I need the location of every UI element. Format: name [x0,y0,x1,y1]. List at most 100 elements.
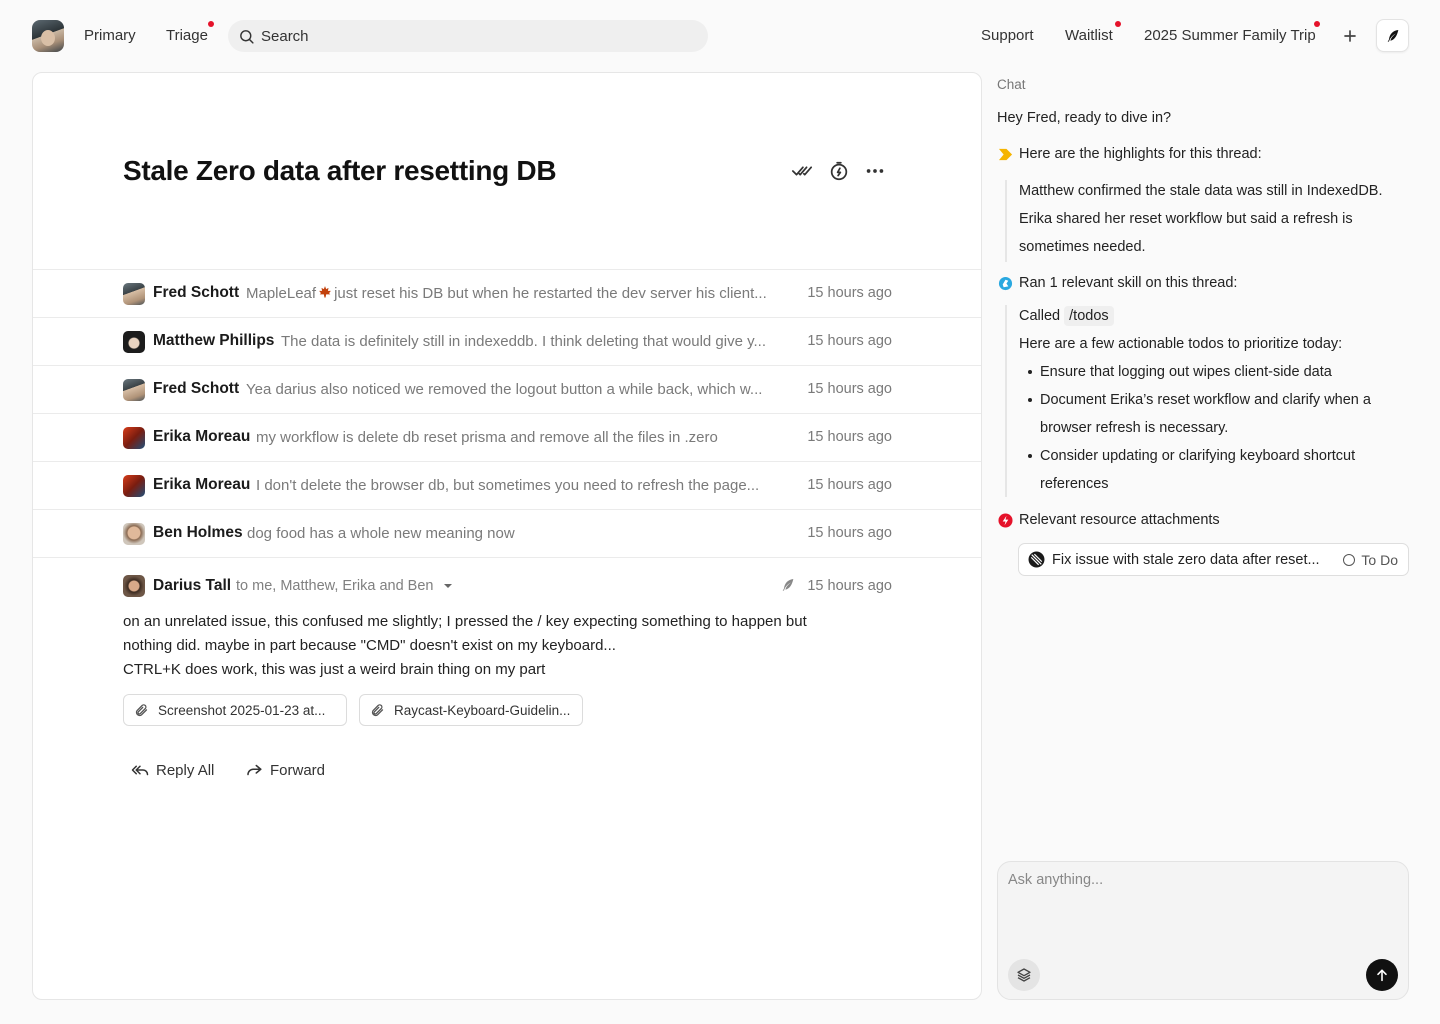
paperclip-icon [135,703,148,716]
search-bar[interactable] [228,20,708,52]
highlights-heading: Here are the highlights for this thread: [1019,146,1262,162]
arrow-up-icon [1377,969,1387,982]
reply-all-icon [131,765,149,776]
resources-heading: Relevant resource attachments [1019,512,1220,528]
message-snippet: MapleLeaf just reset his DB but when he r… [246,285,799,302]
nav-triage[interactable]: Triage [166,27,208,45]
quote-bar [1005,180,1007,262]
context-button[interactable] [1008,959,1040,991]
forward-icon [247,764,262,776]
chat-label: Chat [997,77,1026,92]
message-row[interactable]: Fred Schott Yea darius also noticed we r… [33,365,981,413]
message-row[interactable]: Matthew Phillips The data is definitely … [33,317,981,365]
message-snippet: my workflow is delete db reset prisma an… [256,429,718,446]
reply-all-label: Reply All [156,761,215,779]
highlight-line: Matthew confirmed the stale data was sti… [1019,183,1383,199]
message-snippet: dog food has a whole new meaning now [247,525,515,542]
todo-list: Ensure that logging out wipes client-sid… [1019,358,1399,498]
waitlist-unread-dot [1115,21,1121,27]
status-label: To Do [1361,552,1398,568]
feather-icon [1387,29,1398,42]
chevron-down-icon[interactable] [443,582,453,590]
user-avatar[interactable] [32,20,64,52]
nav-primary[interactable]: Primary [84,27,136,45]
nav-summer-trip[interactable]: 2025 Summer Family Trip [1144,27,1316,45]
avatar-darius-tall [123,575,145,597]
todo-item: Ensure that logging out wipes client-sid… [1019,358,1399,386]
highlight-line: Erika shared her reset workflow but said… [1019,211,1353,227]
message-snippet: I don't delete the browser db, but somet… [256,477,760,494]
mention-name: MapleLeaf [246,285,317,302]
message-row[interactable]: Erika Moreau my workflow is delete db re… [33,413,981,461]
feather-icon [782,579,794,591]
highlight-chevron-icon [998,148,1013,161]
search-icon [240,29,254,44]
triage-unread-dot [208,21,214,27]
todo-item: Document Erika’s reset workflow and clar… [1019,386,1399,442]
top-bar: Primary Triage Support Waitlist 2025 Sum… [0,0,1440,72]
message-body: on an unrelated issue, this confused me … [123,610,863,682]
message-time: 15 hours ago [807,381,892,397]
message-time: 15 hours ago [807,525,892,541]
thread-panel: Stale Zero data after resetting DB Fred … [32,72,982,1000]
chat-input-box [997,861,1409,1000]
quote-bar [1005,305,1007,497]
called-line: Called /todos [1019,302,1114,330]
search-input[interactable] [261,27,681,45]
message-snippet: The data is definitely still in indexedd… [281,333,767,350]
linear-icon [1028,551,1045,568]
body-line: nothing did. maybe in part because "CMD"… [123,637,616,654]
avatar-erika-moreau [123,427,145,449]
message-row[interactable]: Ben Holmes dog food has a whole new mean… [33,509,981,557]
avatar-fred-schott [123,379,145,401]
message-time: 15 hours ago [807,477,892,493]
skill-heading: Ran 1 relevant skill on this thread: [1019,275,1238,291]
avatar-fred-schott [123,283,145,305]
avatar-ben-holmes [123,523,145,545]
skill-icon [998,276,1013,291]
resource-bolt-icon [998,513,1013,528]
snippet-text: just reset his DB but when he restarted … [334,285,767,302]
expanded-message: Darius Tall to me, Matthew, Erika and Be… [33,557,981,779]
attachment-chip[interactable]: Raycast-Keyboard-Guidelin... [359,694,583,726]
reply-all-button[interactable]: Reply All [123,754,222,786]
maple-leaf-icon [319,286,331,298]
sender-name: Erika Moreau [153,428,251,445]
forward-button[interactable]: Forward [237,754,333,786]
highlight-line: sometimes needed. [1019,239,1146,255]
sender-name: Erika Moreau [153,476,251,493]
timer-icon[interactable] [828,160,850,182]
body-line: CTRL+K does work, this was just a weird … [123,661,546,678]
nav-support[interactable]: Support [981,27,1034,45]
paperclip-icon [371,703,384,716]
command-tag: /todos [1064,306,1114,326]
avatar-erika-moreau [123,475,145,497]
todo-item: Consider updating or clarifying keyboard… [1019,442,1399,498]
avatar-matthew-phillips [123,331,145,353]
message-time: 15 hours ago [807,333,892,349]
check-double-icon[interactable] [791,160,813,182]
send-button[interactable] [1366,959,1398,991]
chat-greeting: Hey Fred, ready to dive in? [997,110,1172,126]
recipients-text: to me, Matthew, Erika and Ben [236,578,434,594]
message-row[interactable]: Erika Moreau I don't delete the browser … [33,461,981,509]
thread-title: Stale Zero data after resetting DB [123,155,557,186]
sender-name: Matthew Phillips [153,332,275,349]
status-badge: To Do [1343,552,1398,568]
message-time: 15 hours ago [807,285,892,301]
compose-button[interactable] [1376,19,1409,52]
resource-card[interactable]: Fix issue with stale zero data after res… [1018,543,1409,576]
message-time: 15 hours ago [807,429,892,445]
layers-icon [1017,968,1031,982]
nav-waitlist[interactable]: Waitlist [1065,27,1113,45]
resource-title: Fix issue with stale zero data after res… [1052,551,1320,568]
more-icon[interactable] [864,160,886,182]
sender-name: Fred Schott [153,284,240,301]
plus-icon[interactable] [1340,26,1360,46]
chat-input[interactable] [1008,872,1398,952]
attachment-chip[interactable]: Screenshot 2025-01-23 at... [123,694,347,726]
forward-label: Forward [270,761,326,779]
message-row[interactable]: Fred Schott MapleLeaf just reset his DB b… [33,269,981,317]
trip-unread-dot [1314,21,1320,27]
sender-name: Darius Tall [153,577,232,594]
